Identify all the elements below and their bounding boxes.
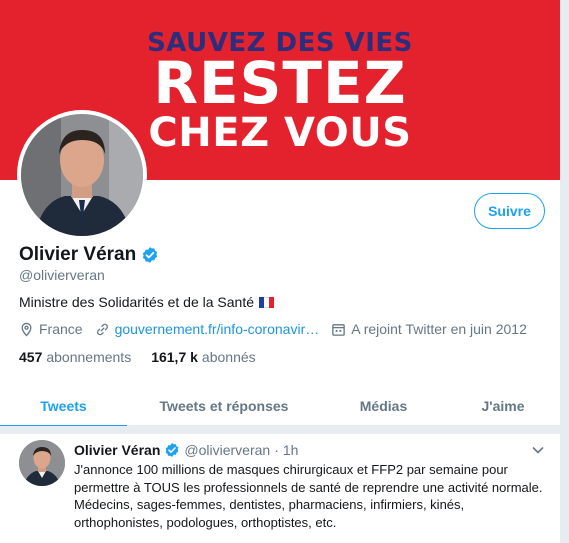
profile-bio: Ministre des Solidarités et de la Santé [19,294,255,310]
location-text: France [39,321,83,337]
location-item: France [19,321,83,337]
location-pin-icon [21,322,32,337]
tweet-separator: · [274,442,279,458]
link-icon [96,323,108,335]
profile-meta: France gouvernement.fr/info-coronavir… A… [19,321,539,337]
profile-tabs: Tweets Tweets et réponses Médias J'aime [0,386,560,427]
following-stat[interactable]: 457 abonnements [19,349,131,365]
website-item[interactable]: gouvernement.fr/info-coronavir… [95,321,320,337]
following-label: abonnements [46,349,132,365]
joined-text: A rejoint Twitter en juin 2012 [351,321,527,337]
follow-button[interactable]: Suivre [474,193,545,229]
avatar-photo [21,114,143,236]
profile-stats: 457 abonnements 161,7 k abonnés [19,349,256,365]
tweet-avatar-photo [19,440,65,486]
chevron-down-icon[interactable] [531,443,545,457]
tweet-author-name[interactable]: Olivier Véran [74,442,160,458]
calendar-icon [332,323,346,336]
banner-line-2: RESTEZ [153,49,407,117]
tweet-time[interactable]: 1h [283,442,299,458]
profile-name: Olivier Véran [19,244,137,265]
tweet-avatar[interactable] [19,440,65,486]
profile-bio-row: Ministre des Solidarités et de la Santé [19,294,275,310]
profile-avatar[interactable] [17,110,147,240]
followers-count: 161,7 k [151,349,198,365]
tab-likes[interactable]: J'aime [446,386,560,426]
followers-stat[interactable]: 161,7 k abonnés [151,349,255,365]
tweet-header: Olivier Véran @olivierveran · 1h [74,442,298,458]
tweet-item[interactable]: Olivier Véran @olivierveran · 1h J'annon… [0,434,560,543]
profile-handle: @olivierveran [19,267,105,283]
tab-tweets[interactable]: Tweets [0,386,127,427]
page-gutter [560,0,569,543]
following-count: 457 [19,349,43,365]
followers-label: abonnés [201,349,256,365]
france-flag-icon [259,296,275,308]
tab-media[interactable]: Médias [321,386,446,426]
website-link[interactable]: gouvernement.fr/info-coronavir… [115,321,320,337]
verified-badge-icon [143,247,158,263]
tweet-author-handle[interactable]: @olivierveran [184,442,270,458]
section-divider [0,426,560,434]
tweet-text: J'annonce 100 millions de masques chirur… [74,462,543,530]
profile-name-row: Olivier Véran [19,244,159,266]
verified-badge-icon [166,443,179,457]
joined-item: A rejoint Twitter en juin 2012 [331,321,527,337]
tab-tweets-and-replies[interactable]: Tweets et réponses [127,386,321,426]
